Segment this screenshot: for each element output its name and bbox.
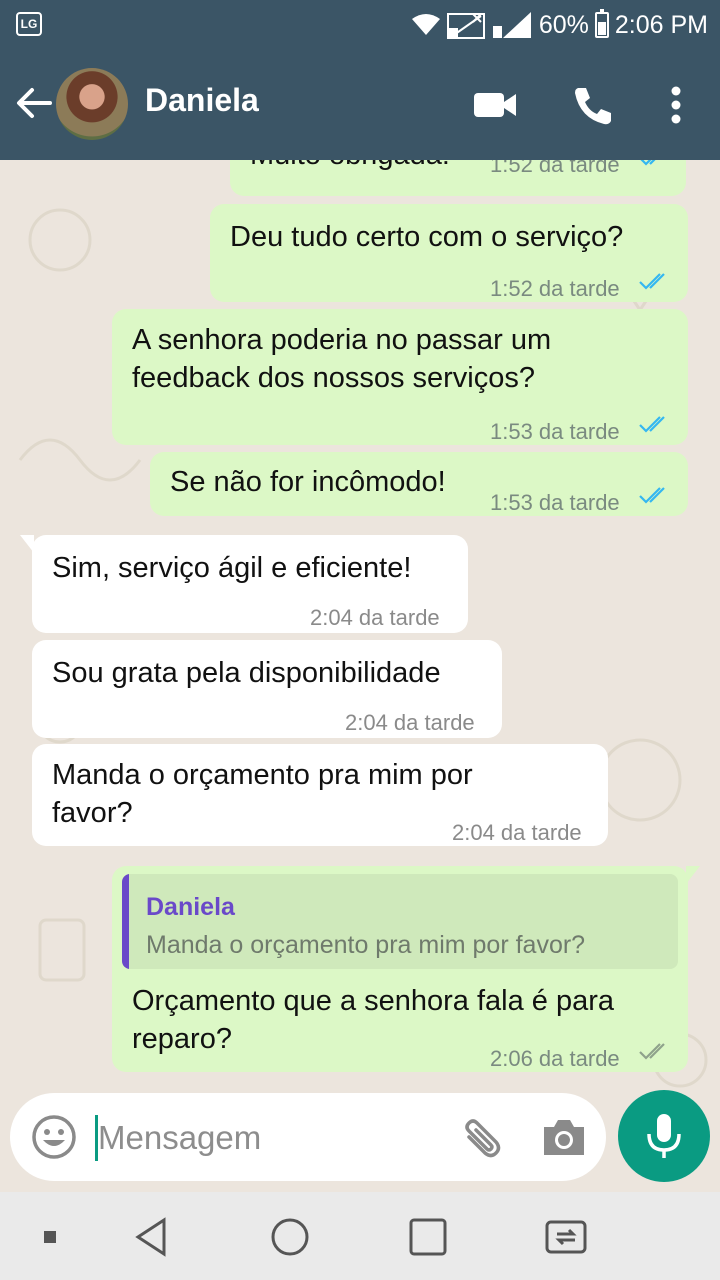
mic-icon <box>647 1114 681 1158</box>
chat-header: Daniela <box>0 50 720 160</box>
dual-app-icon[interactable] <box>543 1214 589 1260</box>
bubble-tail <box>20 535 34 553</box>
recent-dot-icon[interactable] <box>27 1214 73 1260</box>
message-time: 2:04 da tarde <box>452 820 582 845</box>
quote-text: Manda o orçamento pra mim por favor? <box>146 931 586 959</box>
more-vert-icon[interactable] <box>651 80 701 130</box>
message-line: Orçamento que a senhora fala é para <box>132 985 615 1017</box>
video-call-icon[interactable] <box>470 80 520 130</box>
message-bubble-incoming[interactable]: Sou grata pela disponibilidade 2:04 da t… <box>32 640 502 738</box>
message-line: A senhora poderia no passar um <box>132 324 552 356</box>
android-nav-bar <box>0 1192 720 1280</box>
message-text: Manda o orçamento pra mim por favor? <box>52 756 473 832</box>
phone-call-icon[interactable] <box>568 80 618 130</box>
chat-area[interactable]: Muito obrigada! 1:52 da tarde Deu tudo c… <box>0 160 720 1090</box>
read-ticks-icon <box>639 273 665 290</box>
message-bubble-incoming[interactable]: Manda o orçamento pra mim por favor? 2:0… <box>32 744 608 846</box>
message-text: Muito obrigada! <box>250 160 450 174</box>
bubble-tail <box>686 866 700 884</box>
message-line: favor? <box>52 797 133 829</box>
read-ticks-icon <box>639 416 665 433</box>
message-time: 1:53 da tarde <box>490 419 620 444</box>
battery-icon <box>594 9 609 38</box>
message-time: 2:04 da tarde <box>310 605 440 630</box>
quote-accent-bar <box>122 874 129 969</box>
message-line: Manda o orçamento pra mim por <box>52 759 473 791</box>
status-bar: LG 60% 2:06 PM <box>0 0 720 50</box>
delivered-ticks-icon <box>639 1043 665 1060</box>
message-time: 1:53 da tarde <box>490 490 620 515</box>
message-line: feedback dos nossos serviços? <box>132 362 535 394</box>
home-circle-icon[interactable] <box>267 1214 313 1260</box>
message-input[interactable] <box>98 1111 438 1165</box>
message-bubble-outgoing[interactable]: Se não for incômodo! 1:53 da tarde <box>150 452 688 516</box>
back-arrow-icon[interactable] <box>14 83 54 123</box>
battery-percent: 60% <box>538 10 589 39</box>
message-time: 1:52 da tarde <box>490 160 620 177</box>
message-bubble-outgoing[interactable]: Muito obrigada! 1:52 da tarde <box>230 160 686 196</box>
attach-icon[interactable] <box>455 1115 503 1163</box>
message-time: 2:06 da tarde <box>490 1046 620 1071</box>
message-bubble-incoming[interactable]: Sim, serviço ágil e eficiente! 2:04 da t… <box>20 535 468 633</box>
message-time: 1:52 da tarde <box>490 276 620 301</box>
signal-sim2-icon <box>492 12 531 38</box>
emoji-icon[interactable] <box>30 1113 78 1161</box>
message-bubble-outgoing[interactable]: Deu tudo certo com o serviço? 1:52 da ta… <box>210 204 688 302</box>
overview-square-icon[interactable] <box>405 1214 451 1260</box>
message-composer <box>10 1093 606 1181</box>
read-ticks-icon <box>639 487 665 504</box>
quoted-message[interactable]: Daniela Manda o orçamento pra mim por fa… <box>122 874 678 969</box>
message-time: 2:04 da tarde <box>345 710 475 735</box>
message-text: Sou grata pela disponibilidade <box>52 657 441 689</box>
message-text: Sim, serviço ágil e eficiente! <box>52 552 412 584</box>
lg-logo: LG <box>16 12 42 36</box>
back-triangle-icon[interactable] <box>130 1214 176 1260</box>
message-bubble-outgoing-reply[interactable]: Daniela Manda o orçamento pra mim por fa… <box>112 866 700 1072</box>
message-text: A senhora poderia no passar um feedback … <box>132 321 551 397</box>
signal-sim1-icon <box>446 13 485 39</box>
message-text: Se não for incômodo! <box>170 466 446 498</box>
message-bubble-outgoing[interactable]: A senhora poderia no passar um feedback … <box>112 309 688 445</box>
camera-icon[interactable] <box>540 1115 588 1161</box>
wifi-icon <box>411 14 440 35</box>
message-text: Deu tudo certo com o serviço? <box>230 221 624 253</box>
contact-name[interactable]: Daniela <box>145 82 259 119</box>
mic-button[interactable] <box>618 1090 710 1182</box>
clock: 2:06 PM <box>614 10 708 39</box>
quote-author: Daniela <box>146 893 235 921</box>
read-ticks-icon <box>640 160 656 166</box>
avatar[interactable] <box>56 68 128 140</box>
